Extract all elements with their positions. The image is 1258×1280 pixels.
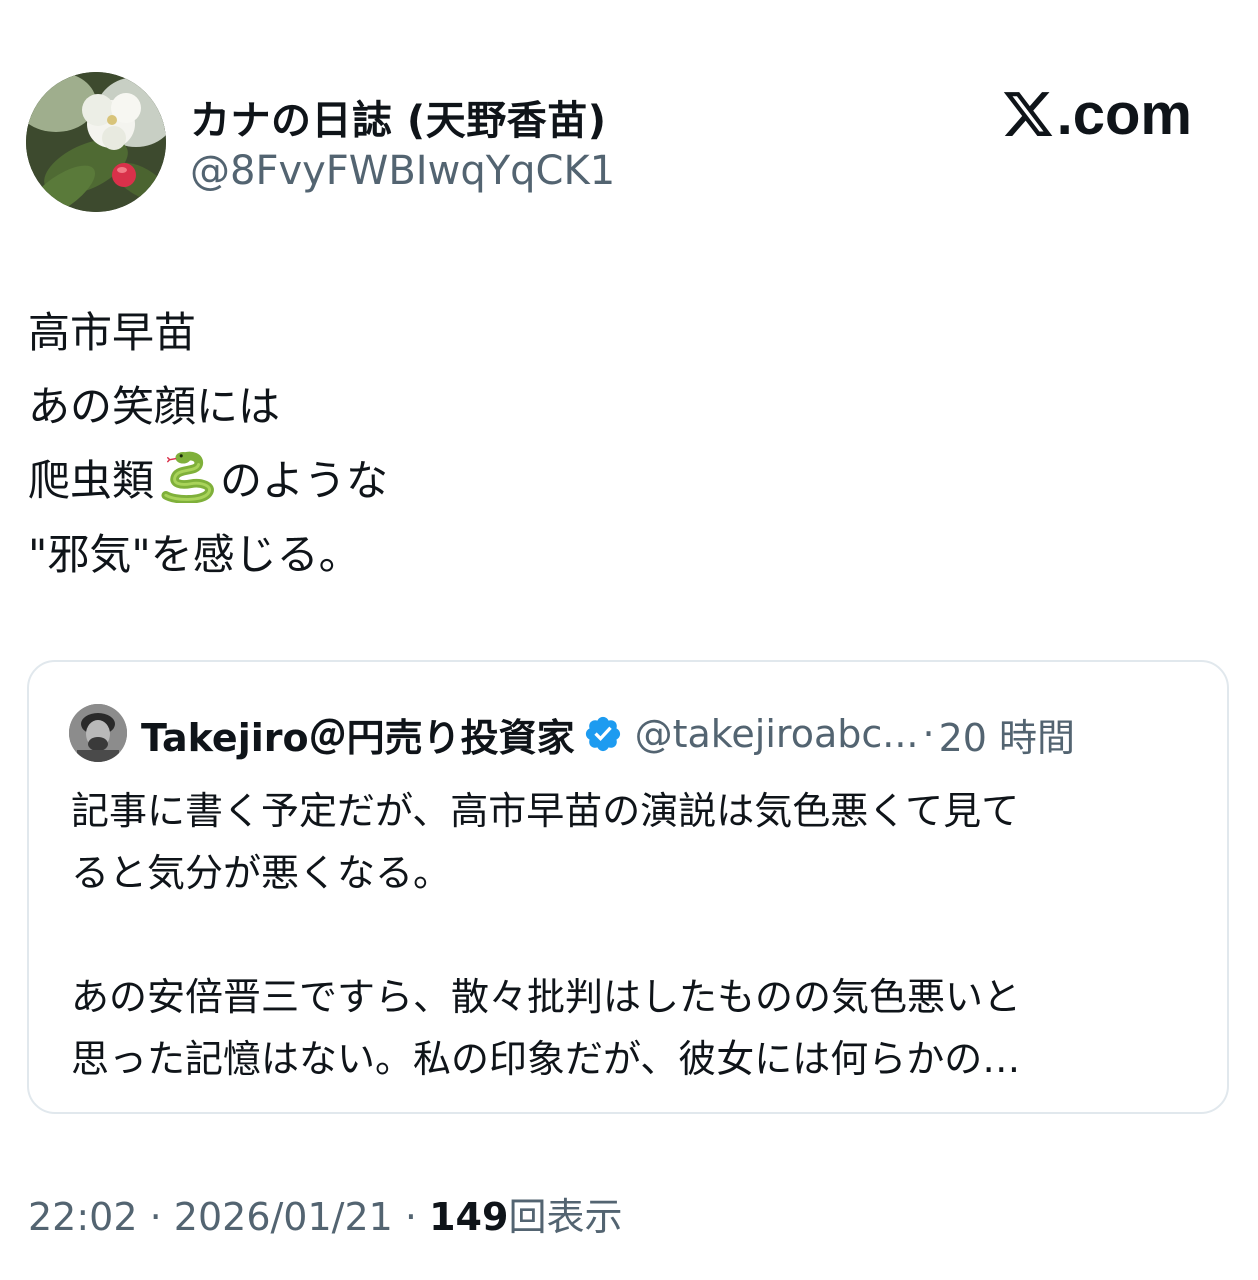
separator-dot: ·	[922, 712, 935, 756]
brand-watermark: .com	[1001, 82, 1192, 147]
display-name[interactable]: カナの日誌 (天野香苗)	[190, 88, 607, 146]
post-date[interactable]: 2026/01/21	[174, 1195, 393, 1239]
snake-emoji-icon	[158, 451, 216, 503]
views-label: 回表示	[508, 1195, 623, 1239]
tweet-line-part: 爬虫類	[28, 456, 155, 505]
tweet-line: "邪気"を感じる。	[28, 530, 361, 579]
profile-avatar[interactable]	[26, 72, 166, 212]
post-time[interactable]: 22:02	[28, 1195, 138, 1239]
tweet-line: 爬虫類 のような	[28, 444, 388, 518]
quoted-text-line: あの安倍晋三ですら、散々批判はしたものの気色悪いと	[71, 975, 1022, 1019]
quoted-text-line: 思った記憶はない。私の印象だが、彼女には何らかの…	[71, 1037, 1021, 1081]
quoted-text-line: ると気分が悪くなる。	[71, 851, 452, 895]
tweet-line-part: のような	[220, 456, 389, 505]
quoted-tweet-text: 記事に書く予定だが、高市早苗の演説は気色悪くて見て ると気分が悪くなる。 あの安…	[71, 780, 1191, 1090]
quoted-text-line: 記事に書く予定だが、高市早苗の演説は気色悪くて見て	[71, 789, 1020, 833]
user-handle[interactable]: @8FvyFWBIwqYqCK1	[190, 148, 615, 194]
separator-dot: ·	[404, 1195, 418, 1239]
quoted-tweet-header: Takejiro＠円売り投資家 @takejiroabc... · 20 時間	[141, 706, 1075, 762]
tweet-metadata: 22:02 · 2026/01/21 · 149回表示	[28, 1186, 622, 1241]
quoted-tweet-card[interactable]: Takejiro＠円売り投資家 @takejiroabc... · 20 時間 …	[27, 660, 1229, 1114]
views-count: 149	[429, 1195, 509, 1239]
quoted-user-avatar[interactable]	[69, 704, 127, 762]
brand-domain: .com	[1056, 81, 1192, 147]
quoted-timestamp[interactable]: 20 時間	[939, 707, 1075, 762]
tweet-line: あの笑顔には	[28, 382, 281, 431]
separator-dot: ·	[149, 1195, 162, 1239]
quoted-handle[interactable]: @takejiroabc...	[635, 712, 919, 756]
quoted-display-name[interactable]: Takejiro＠円売り投資家	[141, 707, 575, 762]
verified-badge-icon	[583, 714, 623, 754]
tweet-text: 高市早苗 あの笑顔には 爬虫類 のような "邪気"を感じる。	[28, 296, 388, 592]
x-logo-icon	[1001, 87, 1055, 141]
flower-avatar-image	[26, 72, 166, 212]
portrait-avatar-image	[69, 704, 127, 762]
tweet-line: 高市早苗	[28, 308, 197, 357]
